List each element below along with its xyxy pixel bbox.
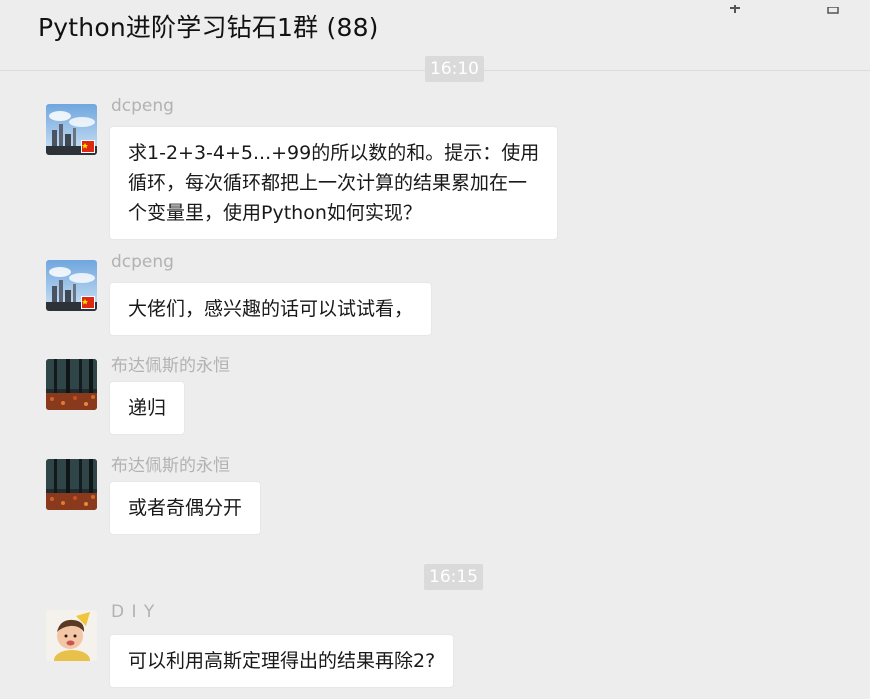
message-text-line: 个变量里，使用Python如何实现？ (128, 202, 422, 224)
message-text-line: 或者奇偶分开 (128, 497, 243, 519)
message-list[interactable]: 16:10 dcpeng 求1-2+3-4+5...+99的所以数的和。提示：使… (0, 56, 870, 699)
sender-name: 布达佩斯的永恒 (111, 356, 230, 376)
chat-title: Python进阶学习钻石1群 (88) (38, 13, 379, 42)
forest-autumn-avatar[interactable] (46, 359, 97, 410)
message-bubble[interactable]: 递归 (109, 381, 186, 435)
message-bubble[interactable]: 求1-2+3-4+5...+99的所以数的和。提示：使用 循环，每次循环都把上一… (109, 126, 559, 240)
message-text-line: 可以利用高斯定理得出的结果再除2? (128, 650, 436, 672)
forest-autumn-avatar[interactable] (46, 459, 97, 510)
timestamp-chip: 16:15 (424, 564, 483, 590)
pin-icon[interactable] (728, 0, 742, 19)
message-text-line: 递归 (128, 397, 167, 419)
message-bubble[interactable]: 或者奇偶分开 (109, 481, 262, 535)
city-sky-flag-avatar[interactable] (46, 104, 97, 155)
sender-name: dcpeng (111, 96, 174, 116)
message-bubble[interactable]: 大佬们，感兴趣的话可以试试看， (109, 282, 433, 336)
sender-name: 布达佩斯的永恒 (111, 456, 230, 476)
message-bubble[interactable]: 可以利用高斯定理得出的结果再除2? (109, 634, 455, 688)
message-text-line: 循环，每次循环都把上一次计算的结果累加在一 (128, 172, 528, 194)
timestamp-chip: 16:10 (425, 56, 484, 82)
chat-window: Python进阶学习钻石1群 (88) 16:10 dcpeng 求1-2+3-… (0, 0, 870, 699)
city-sky-flag-avatar[interactable] (46, 260, 97, 311)
more-options-icon[interactable] (826, 0, 840, 19)
sender-name: D I Y (111, 602, 156, 622)
message-text-line: 大佬们，感兴趣的话可以试试看， (128, 298, 414, 320)
sender-name: dcpeng (111, 252, 174, 272)
message-text-line: 求1-2+3-4+5...+99的所以数的和。提示：使用 (128, 142, 540, 164)
child-portrait-avatar[interactable] (46, 610, 97, 661)
